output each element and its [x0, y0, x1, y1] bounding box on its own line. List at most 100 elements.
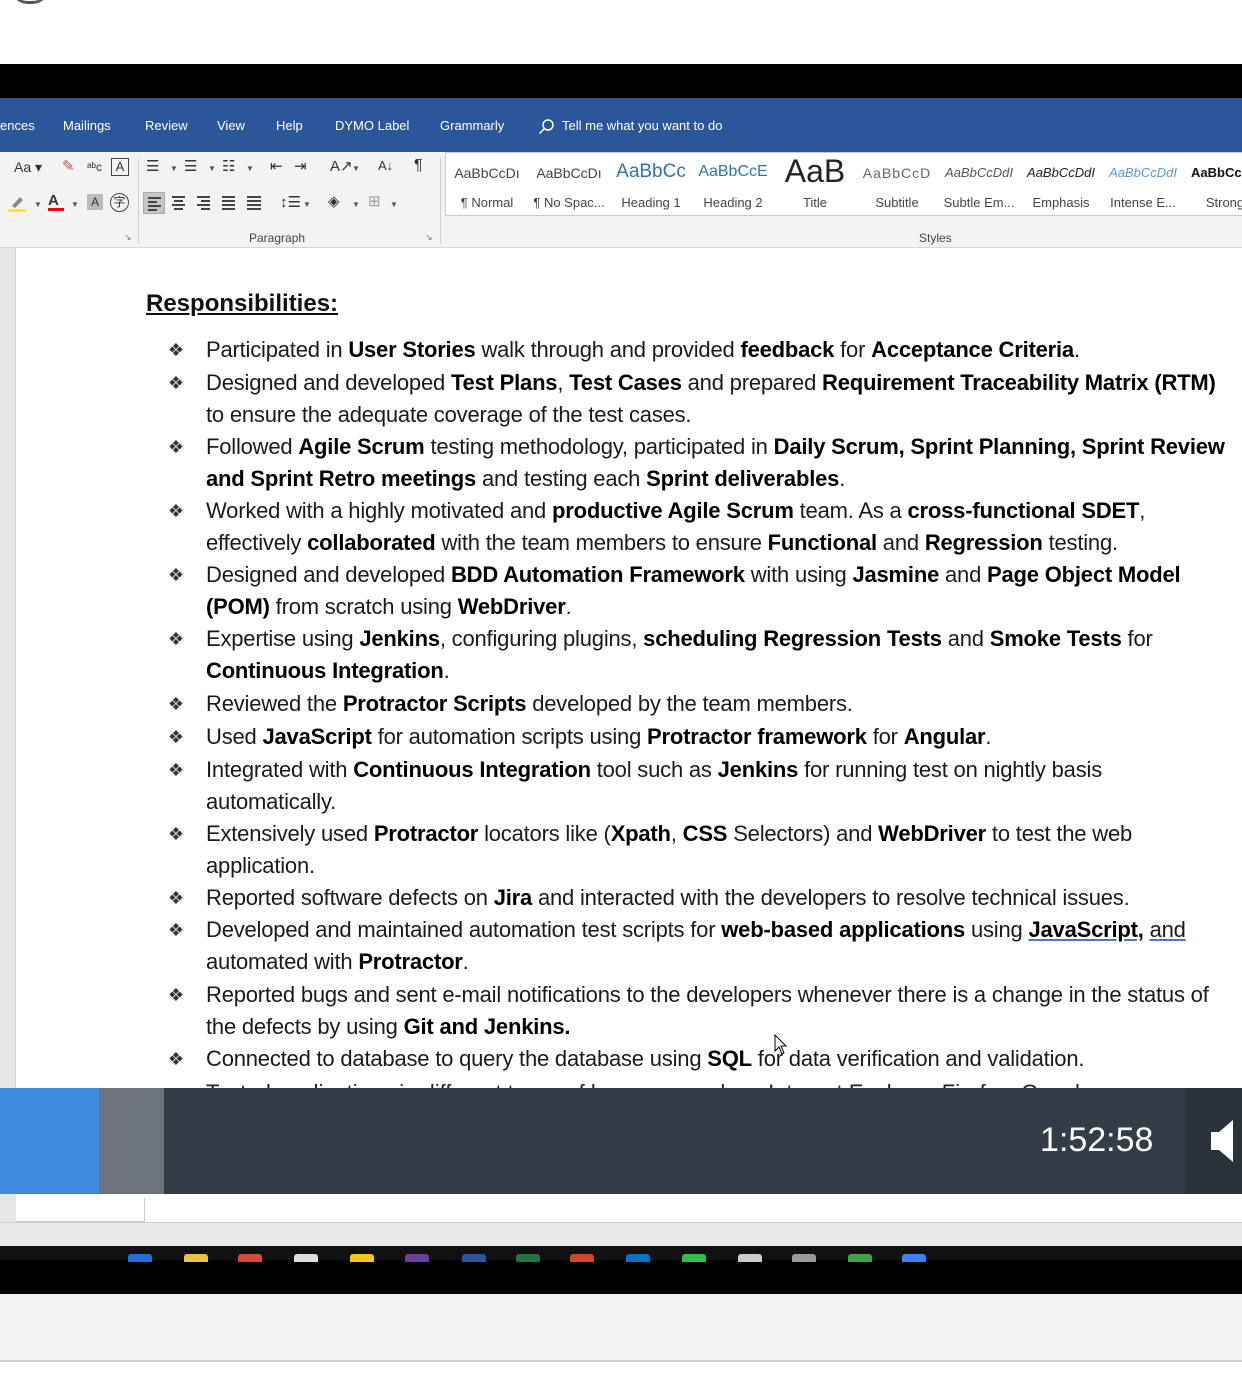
character-shading-icon[interactable]: A	[87, 194, 103, 210]
clear-formatting-icon[interactable]: ✎	[62, 158, 75, 176]
justify-button[interactable]	[218, 192, 240, 214]
character-border-icon[interactable]: A	[111, 158, 129, 176]
chevron-down-icon[interactable]: ▼	[246, 164, 254, 173]
numbering-icon[interactable]: ☰	[184, 158, 197, 176]
powerpoint-icon[interactable]	[570, 1254, 594, 1262]
list-item-text: Connected to database to query the datab…	[206, 1043, 1236, 1075]
chevron-down-icon[interactable]: ▼	[303, 200, 311, 209]
text-run: tool such as	[590, 757, 718, 782]
tab-help[interactable]: Help	[276, 118, 303, 133]
style-name: ¶ No Spac...	[533, 195, 605, 210]
text-highlight-icon[interactable]	[8, 194, 26, 217]
chrome-icon[interactable]	[238, 1254, 262, 1262]
chevron-down-icon[interactable]: ▼	[352, 200, 360, 209]
style-subtitle[interactable]: AaBbCcD Subtitle	[856, 153, 938, 215]
notepad-icon[interactable]	[294, 1254, 318, 1262]
bullets-icon[interactable]: ☰	[146, 158, 159, 176]
list-item-text: Reported software defects on Jira and in…	[206, 882, 1236, 914]
bold-term: web-based applications	[721, 917, 966, 942]
chat-icon[interactable]	[682, 1254, 706, 1262]
align-left-button[interactable]	[143, 192, 165, 214]
bold-term: Continuous Integration	[353, 757, 591, 782]
progress-played[interactable]	[0, 1088, 99, 1194]
text-run: Designed and developed	[206, 370, 451, 395]
style-sample: AaB	[784, 153, 846, 189]
style-subtle-emphasis[interactable]: AaBbCcDdI Subtle Em...	[938, 153, 1020, 215]
style-intense-emphasis[interactable]: AaBbCcDdI Intense E...	[1102, 153, 1184, 215]
bullet-icon: ❖	[167, 727, 185, 747]
bullet-icon: ❖	[167, 1049, 185, 1069]
enclose-characters-icon[interactable]: 字	[110, 193, 129, 212]
video-letterbox-top	[0, 64, 1242, 98]
text-direction-icon[interactable]: A↗	[330, 158, 353, 176]
bullet-icon: ❖	[167, 920, 185, 940]
app-icon[interactable]	[902, 1254, 926, 1262]
chevron-down-icon[interactable]: ▼	[34, 200, 42, 209]
sort-icon[interactable]: A↓	[378, 157, 393, 175]
bold-term: Test Cases	[569, 370, 682, 395]
file-explorer-icon[interactable]	[184, 1254, 208, 1262]
multilevel-list-icon[interactable]: ☷	[222, 158, 235, 176]
bold-term: User Stories	[348, 337, 476, 362]
font-color-icon[interactable]: A	[48, 192, 64, 211]
tab-mailings[interactable]: Mailings	[63, 118, 111, 133]
distributed-button[interactable]	[243, 192, 265, 214]
bold-term: Jenkins	[359, 626, 440, 651]
progress-buffered[interactable]	[99, 1088, 164, 1194]
outlook-icon[interactable]	[626, 1254, 650, 1262]
edge-icon[interactable]	[128, 1254, 152, 1262]
style-heading-2[interactable]: AaBbCcE Heading 2	[692, 153, 774, 215]
shading-icon[interactable]: ◈	[328, 193, 340, 211]
tab-review[interactable]: Review	[145, 118, 188, 133]
chevron-down-icon[interactable]: ▼	[170, 164, 178, 173]
style-name: Intense E...	[1110, 195, 1176, 210]
style-title[interactable]: AaB Title	[774, 153, 856, 215]
show-formatting-marks-icon[interactable]: ¶	[414, 157, 423, 175]
chevron-down-icon[interactable]: ▼	[352, 164, 360, 173]
app-icon[interactable]	[738, 1254, 762, 1262]
chevron-down-icon[interactable]: ▼	[71, 200, 79, 209]
paragraph-dialog-launcher-icon[interactable]: ↘	[425, 232, 433, 243]
line-spacing-icon[interactable]: ↕☰	[280, 194, 301, 212]
bold-term: Protractor framework	[647, 724, 867, 749]
style-strong[interactable]: AaBbCcDd Strong	[1184, 153, 1242, 215]
style-emphasis[interactable]: AaBbCcDdI Emphasis	[1020, 153, 1102, 215]
tab-grammarly[interactable]: Grammarly	[440, 118, 504, 133]
chevron-down-icon[interactable]: ▼	[208, 164, 216, 173]
app-icon[interactable]	[405, 1254, 429, 1262]
word-icon[interactable]	[462, 1254, 486, 1262]
borders-icon[interactable]: ⊞	[368, 193, 381, 211]
tab-references[interactable]: ences	[0, 118, 35, 133]
phonetic-guide-icon[interactable]: ᵃᵇc	[87, 158, 102, 176]
font-dialog-launcher-icon[interactable]: ↘	[124, 232, 132, 243]
bold-term: Protractor	[358, 949, 463, 974]
decrease-indent-icon[interactable]: ⇤	[270, 158, 283, 176]
sticky-notes-icon[interactable]	[350, 1254, 374, 1262]
bold-term: Smoke Tests	[989, 626, 1122, 651]
style-no-spacing[interactable]: AaBbCcDı ¶ No Spac...	[528, 153, 610, 215]
chevron-down-icon[interactable]: ▼	[390, 200, 398, 209]
text-run: for data verification and validation.	[751, 1046, 1085, 1071]
change-case-button[interactable]: Aa ▾	[14, 158, 42, 176]
bold-term: WebDriver	[878, 821, 987, 846]
list-item-text: Expertise using Jenkins, configuring plu…	[206, 623, 1236, 687]
bold-term: SQL	[707, 1046, 752, 1071]
top-margin	[0, 0, 1242, 64]
tab-view[interactable]: View	[217, 118, 245, 133]
volume-button[interactable]	[1185, 1088, 1242, 1194]
app-icon[interactable]	[848, 1254, 872, 1262]
style-sample: AaBbCcDı	[454, 165, 520, 181]
bold-term: BDD Automation Framework	[450, 562, 745, 587]
document-page[interactable]: Responsibilities: ❖ Participated in User …	[0, 248, 1242, 1105]
app-icon[interactable]	[792, 1254, 816, 1262]
style-sample: AaBbCc	[616, 161, 686, 182]
excel-icon[interactable]	[516, 1254, 540, 1262]
tab-dymo-label[interactable]: DYMO Label	[335, 118, 409, 133]
increase-indent-icon[interactable]: ⇥	[294, 158, 307, 176]
text-run: , configuring plugins,	[439, 626, 644, 651]
style-heading-1[interactable]: AaBbCc Heading 1	[610, 153, 692, 215]
align-center-button[interactable]	[168, 192, 190, 214]
style-normal[interactable]: AaBbCcDı ¶ Normal	[446, 153, 528, 215]
text-run: and	[939, 562, 988, 587]
align-right-button[interactable]	[193, 192, 215, 214]
